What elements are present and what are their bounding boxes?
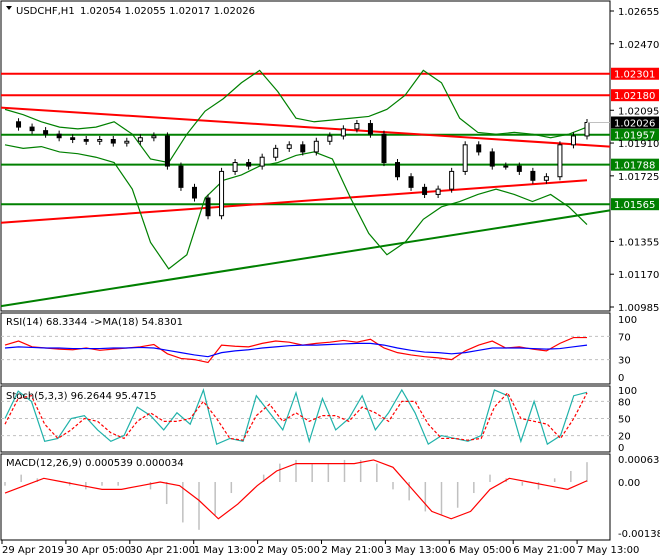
candle-body (97, 139, 103, 142)
level-price-label: 1.01565 (614, 200, 655, 211)
macd-title: MACD(12,26,9) 0.000539 0.000034 (6, 458, 184, 469)
rsi-title: RSI(14) 68.3344 ->MA(18) 54.8301 (6, 317, 183, 328)
candle-body (205, 197, 211, 217)
candle-body (83, 139, 89, 142)
candle-body (489, 151, 495, 167)
rsi-tick-label: 30 (618, 356, 631, 367)
candle-body (313, 140, 319, 153)
candle-body (367, 123, 373, 135)
candle-body (557, 144, 563, 178)
candle-body (219, 170, 225, 217)
time-tick-label: 30 Apr 21:00 (130, 545, 195, 556)
candle-body (286, 144, 292, 149)
candle-body (435, 188, 441, 195)
candle-body (503, 165, 509, 168)
price-tick-label: 1.01910 (618, 139, 659, 150)
chart-canvas[interactable]: 1.023011.021801.019571.017881.015651.020… (0, 0, 660, 560)
candle-body (178, 165, 184, 188)
moving-average-line (0, 179, 588, 224)
candle-body (354, 123, 360, 130)
candle-body (273, 147, 279, 158)
candle-body (124, 140, 130, 144)
level-price-label: 1.01788 (614, 161, 655, 172)
candle-body (449, 170, 455, 190)
price-tick-label: 1.02095 (618, 106, 659, 117)
time-tick-label: 29 Apr 2019 (2, 545, 64, 556)
time-tick-label: 6 May 21:00 (513, 545, 575, 556)
current-price-label: 1.02026 (614, 118, 655, 129)
rsi-line (4, 336, 587, 364)
candle-body (530, 170, 536, 181)
level-price-label: 1.02180 (614, 91, 655, 102)
candle-body (327, 135, 333, 142)
stoch-tick-label: 80 (618, 397, 631, 408)
stoch-tick-label: 50 (618, 415, 631, 426)
ohlc-label: 1.02054 1.02055 1.02017 1.02026 (80, 6, 255, 17)
candle-body (462, 144, 468, 172)
price-tick-label: 1.01170 (618, 270, 659, 281)
stoch-tick-label: 100 (618, 386, 637, 397)
time-tick-label: 1 May 13:00 (194, 545, 256, 556)
time-tick-label: 3 May 13:00 (385, 545, 447, 556)
candle-body (137, 137, 143, 142)
price-tick-label: 1.01725 (618, 172, 659, 183)
candle-body (191, 186, 197, 199)
candle-body (246, 162, 252, 167)
candle-body (56, 133, 62, 139)
bollinger-upper-band (4, 69, 588, 164)
level-price-label: 1.02301 (614, 70, 655, 81)
candle-body (516, 165, 522, 172)
price-tick-label: 1.00985 (618, 303, 659, 314)
candle-body (584, 121, 590, 137)
candle-body (422, 186, 428, 195)
rsi-tick-label: 0 (618, 373, 624, 384)
candle-body (543, 176, 549, 181)
macd-tick-label: 0.000631 (618, 455, 660, 466)
candle-body (259, 156, 265, 167)
time-tick-label: 2 May 21:00 (322, 545, 384, 556)
candle-body (110, 139, 116, 144)
stoch-title: Stoch(5,3,3) 96.2644 95.4715 (6, 391, 157, 402)
rsi-tick-label: 70 (618, 332, 631, 343)
bollinger-lower-band (4, 144, 588, 270)
dropdown-arrow-icon[interactable] (6, 6, 12, 10)
candle-body (29, 126, 35, 132)
time-tick-label: 6 May 05:00 (449, 545, 511, 556)
candle-body (395, 162, 401, 178)
symbol-label: USDCHF,H1 (16, 6, 75, 17)
price-tick-label: 1.01355 (618, 237, 659, 248)
rsi-tick-label: 100 (618, 315, 637, 326)
time-tick-label: 30 Apr 05:00 (66, 545, 131, 556)
candle-body (381, 133, 387, 164)
candle-body (70, 137, 76, 141)
green-trendline (0, 209, 611, 308)
trading-chart-window: 1.02301 1.02180 1.01957 1.01788 1.01565 1.020… (0, 0, 660, 560)
time-tick-label: 7 May 13:00 (577, 545, 639, 556)
price-tick-label: 1.02655 (618, 7, 659, 18)
time-tick-label: 2 May 05:00 (258, 545, 320, 556)
macd-tick-label: 0.00 (618, 478, 640, 489)
candle-body (340, 128, 346, 137)
stoch-tick-label: 0 (618, 443, 624, 454)
candle-body (164, 135, 170, 167)
candle-body (476, 144, 482, 153)
stoch-tick-label: 20 (618, 432, 631, 443)
candle-body (300, 144, 306, 153)
candle-body (570, 135, 576, 146)
candle-body (232, 162, 238, 172)
candle-body (151, 135, 157, 139)
candle-body (43, 130, 49, 135)
candle-body (16, 121, 22, 128)
price-tick-label: 1.02470 (618, 40, 659, 51)
candle-body (408, 176, 414, 188)
macd-tick-label: -0.001387 (618, 529, 660, 540)
